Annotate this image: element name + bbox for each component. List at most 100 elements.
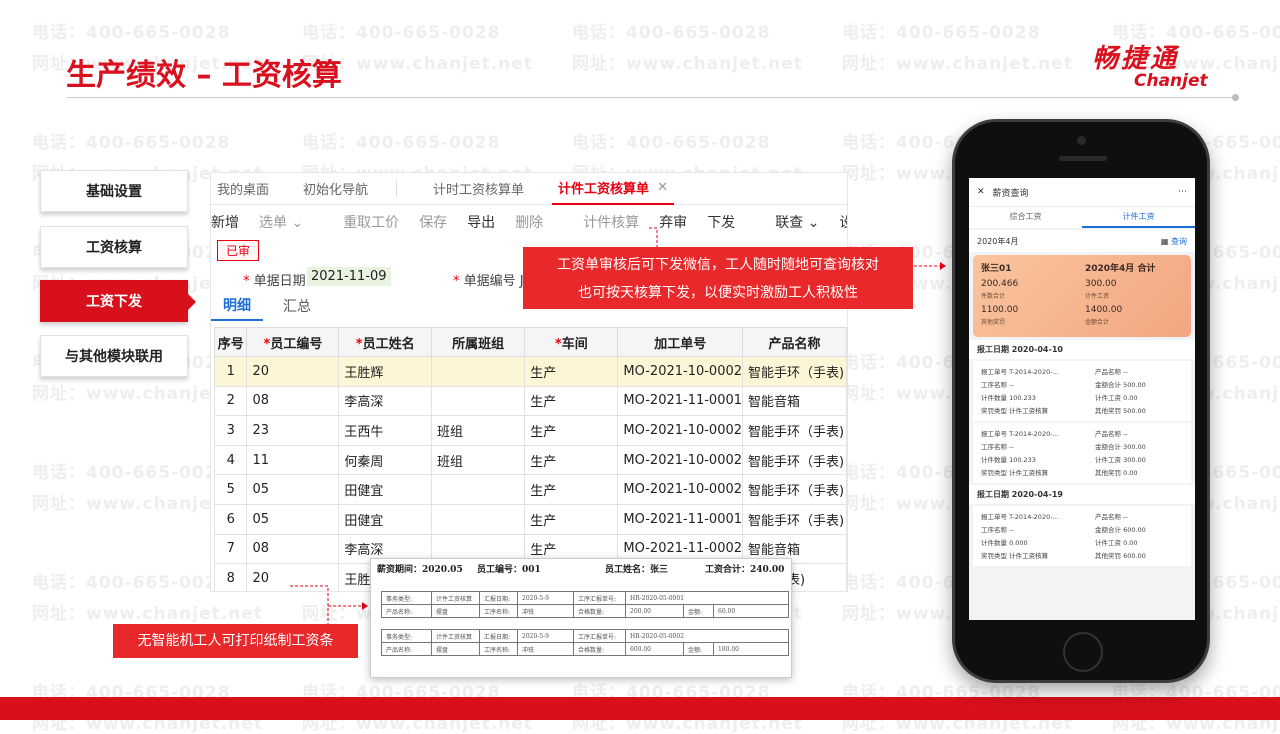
issue-button[interactable]: 下发	[707, 212, 735, 232]
select-label: 选单	[259, 215, 287, 231]
payslip-emp-no: 员工编号：001	[477, 565, 541, 575]
table-cell: 20	[246, 356, 340, 387]
table-cell: 23	[246, 415, 340, 446]
report-card[interactable]: 报工单号 T-2014-2020-... 产品名称 -- 工序名称 -- 金额合计 5…	[973, 361, 1191, 421]
report-field: 工序名称 --	[981, 381, 1014, 389]
reprice-button[interactable]: 重取工价	[343, 212, 399, 232]
paper-payslip: 薪资期间：2020.05 员工编号：001 员工姓名：张三 工资合计：240.0…	[370, 558, 792, 678]
table-row[interactable]: 3 23 王西牛 班组 生产 MO-2021-10-0002 智能手环（手表)	[213, 415, 847, 446]
close-icon[interactable]: ✕	[977, 187, 985, 197]
month-select[interactable]: 2020年4月	[977, 236, 1018, 247]
callout-line-1: 工资单审核后可下发微信，工人随时随地可查询核对	[557, 257, 879, 273]
table-cell: 生产	[524, 444, 619, 476]
col-header: 加工单号	[617, 327, 744, 357]
table-cell: 生产	[524, 385, 619, 417]
piece-wage-label: 计件工资	[1085, 293, 1110, 300]
table-row[interactable]: 4 11 何秦周 班组 生产 MO-2021-10-0002 智能手环（手表)	[213, 444, 847, 476]
watermark-text: 网址：www.chanjet.net	[32, 604, 263, 624]
close-icon[interactable]: ✕	[657, 180, 668, 195]
wage-table: 序号 *员工编号 *员工姓名 所属班组 *车间 加工单号 产品名称 1 20 王胜辉…	[213, 327, 847, 591]
table-cell: 6	[213, 503, 248, 535]
query-label: 联查	[775, 215, 804, 231]
report-card[interactable]: 报工单号 T-2014-2020-... 产品名称 -- 工序名称 -- 金额合计 6…	[973, 506, 1191, 566]
tab-piece-wage[interactable]: 计件工资核算单 ✕	[552, 173, 674, 205]
amount-total: 1400.00	[1085, 305, 1123, 315]
table-cell: MO-2021-10-0002	[617, 356, 744, 387]
table-cell: 班组	[431, 415, 526, 446]
save-button[interactable]: 保存	[419, 212, 447, 232]
new-button[interactable]: 新增	[211, 212, 239, 232]
payslip-block: 事务类型: 计件工资核算 汇报日期: 2020-5-9 工序汇报单号: HR-2020…	[381, 591, 789, 618]
watermark-text: 电话：400-665-0028	[32, 573, 231, 593]
more-icon[interactable]: ⋯	[1178, 187, 1187, 197]
toolbar: 新增 选单 ⌄ 重取工价 保存 导出 删除 计件核算 弃审 下发 联查 ⌄ 设置…	[211, 205, 847, 239]
table-body: 1 20 王胜辉 生产 MO-2021-10-0002 智能手环（手表) 2 08 李高深 生产 M…	[213, 356, 847, 591]
select-button[interactable]: 选单 ⌄	[259, 212, 303, 232]
table-cell: 4	[213, 444, 248, 476]
report-field: 产品名称 --	[1095, 368, 1128, 376]
date-label: * 单据日期	[243, 274, 306, 289]
date-field[interactable]: 2021-11-09	[307, 267, 391, 286]
watermark-text: 电话：400-665-0028	[32, 133, 231, 153]
table-cell: 05	[246, 474, 340, 505]
sidebar-item-basic-settings[interactable]: 基础设置	[40, 170, 188, 212]
col-header: *员工姓名	[338, 327, 433, 357]
report-field: 奖罚类型 计件工资核算	[981, 469, 1049, 477]
table-cell: 田健宜	[338, 503, 433, 535]
sidebar-item-wage-issue[interactable]: 工资下发	[40, 280, 196, 322]
table-row[interactable]: 2 08 李高深 生产 MO-2021-11-0001 智能音箱	[213, 385, 847, 417]
employee-name: 张三01	[981, 264, 1012, 274]
report-card[interactable]: 报工单号 T-2014-2020-... 产品名称 -- 工序名称 -- 金额合计 3…	[973, 423, 1191, 483]
table-row[interactable]: 5 05 田健宜 生产 MO-2021-10-0002 智能手环（手表)	[213, 474, 847, 505]
table-cell: MO-2021-10-0002	[617, 474, 744, 505]
export-button[interactable]: 导出	[467, 212, 495, 232]
callout-wechat-issue: 工资单审核后可下发微信，工人随时随地可查询核对 也可按天核算下发，以便实时激励工…	[523, 247, 913, 309]
chanjet-logo: 畅捷通 Chanjet	[1092, 38, 1208, 91]
tab-time-wage[interactable]: 计时工资核算单	[427, 173, 530, 205]
query-button[interactable]: 查询	[1171, 237, 1187, 246]
report-field: 金额合计 600.00	[1095, 526, 1146, 534]
sidebar-item-label: 基础设置	[86, 184, 142, 200]
col-header: *车间	[524, 327, 619, 357]
report-field: 其他奖罚 600.00	[1095, 552, 1146, 560]
col-header: 所属班组	[431, 327, 526, 357]
table-cell: 智能手环（手表)	[742, 415, 847, 446]
connector-arrow	[914, 262, 946, 270]
table-cell	[431, 356, 526, 387]
settings-button[interactable]: 设置 ⌄	[839, 212, 847, 232]
tab-init-nav[interactable]: 初始化导航	[297, 173, 374, 205]
table-cell: 班组	[431, 444, 526, 476]
watermark-text: 电话：400-665-0028	[572, 133, 771, 153]
report-field: 计件工资 0.00	[1095, 539, 1138, 547]
payslip-total: 工资合计：240.00	[705, 565, 785, 575]
report-field: 产品名称 --	[1095, 513, 1128, 521]
tab-summary[interactable]: 汇总	[271, 296, 323, 320]
tab-overall-wage[interactable]: 综合工资	[969, 207, 1082, 228]
footer-bar	[0, 697, 1280, 720]
other-bonus: 1100.00	[981, 305, 1019, 315]
table-row[interactable]: 6 05 田健宜 生产 MO-2021-11-0001 智能手环（手表)	[213, 503, 847, 535]
table-cell: 智能音箱	[742, 385, 847, 417]
tab-my-desktop[interactable]: 我的桌面	[211, 173, 275, 205]
report-field: 工序名称 --	[981, 526, 1014, 534]
report-date-header: 报工日期 2020-04-19	[969, 485, 1195, 504]
calc-button[interactable]: 计件核算	[583, 212, 639, 232]
delete-button[interactable]: 删除	[515, 212, 543, 232]
table-cell: 智能手环（手表)	[742, 356, 847, 387]
query-button[interactable]: 联查 ⌄	[775, 212, 819, 232]
sidebar-item-wage-calc[interactable]: 工资核算	[40, 226, 188, 268]
tab-piece-wage-mobile[interactable]: 计件工资	[1082, 207, 1195, 228]
table-cell: 李高深	[338, 385, 433, 417]
summary-card: 张三01 2020年4月 合计 200.466 件数合计 300.00 计件工资…	[973, 255, 1191, 337]
app-header: ✕ 薪资查询 ⋯	[969, 178, 1195, 206]
table-row[interactable]: 1 20 王胜辉 生产 MO-2021-10-0002 智能手环（手表)	[213, 356, 847, 387]
app-title: 薪资查询	[992, 188, 1029, 199]
watermark-text: 网址：www.chanjet.net	[842, 54, 1073, 74]
calendar-icon[interactable]: ▦	[1161, 237, 1169, 246]
tab-detail[interactable]: 明细	[211, 295, 263, 321]
connector-dashed	[649, 227, 658, 248]
app-tab-bar: 综合工资 计件工资	[969, 206, 1195, 228]
sidebar-item-module-link[interactable]: 与其他模块联用	[40, 335, 188, 377]
watermark-text: 电话：400-665-0028	[842, 23, 1041, 43]
report-field: 其他奖罚 500.00	[1095, 407, 1146, 415]
